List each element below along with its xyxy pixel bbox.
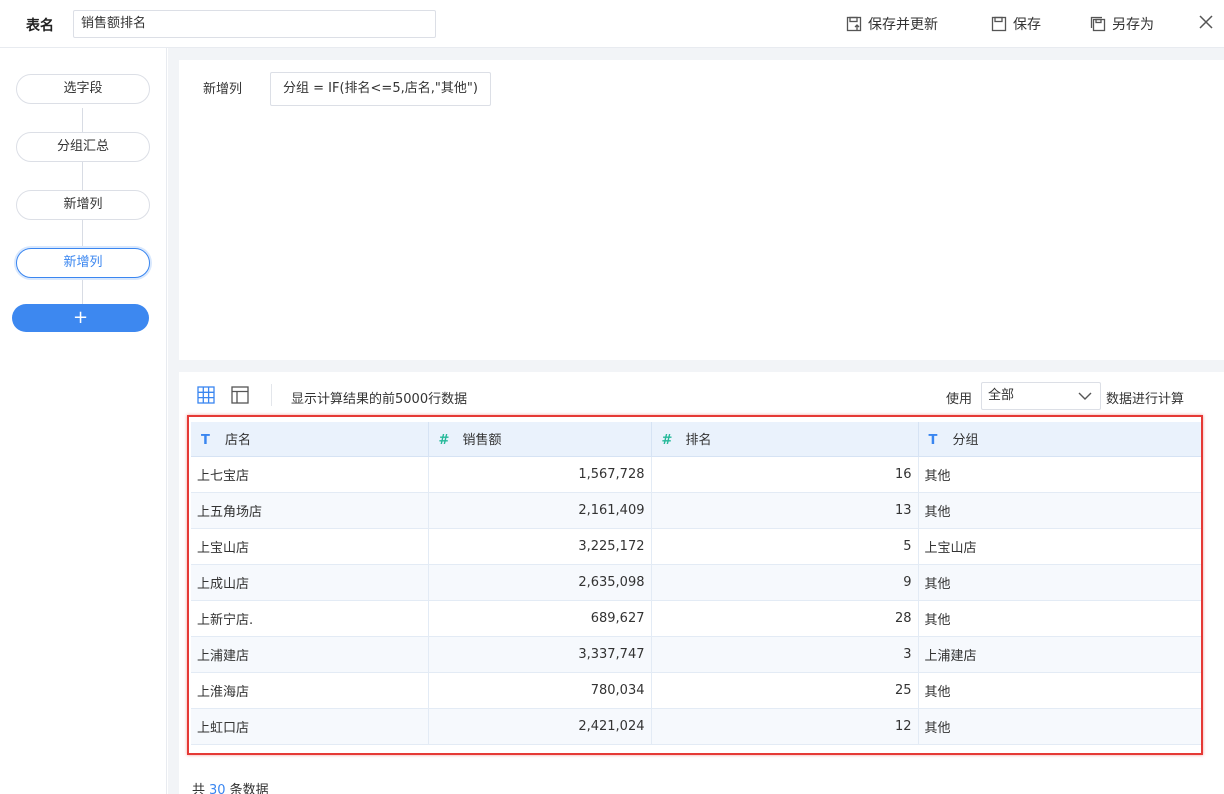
layout-view-icon[interactable] [231,386,249,404]
cell-group: 上浦建店 [918,636,1202,673]
cell-sales: 2,161,409 [428,492,652,529]
text-type-icon: T [928,433,938,449]
row-count-prefix: 共 [192,783,206,794]
preview-panel: 显示计算结果的前5000行数据 使用 全部 数据进行计算 T 店名 # 销售额 # 排… [179,372,1224,794]
cell-group: 其他 [918,564,1202,601]
save-label: 保存 [1013,17,1041,33]
cell-store-name: 上宝山店 [191,528,429,565]
steps-panel: 选字段 分组汇总 新增列 新增列 + [0,48,167,794]
close-icon[interactable] [1196,12,1216,32]
save-as-button[interactable]: 另存为 [1090,14,1154,34]
cell-sales: 3,225,172 [428,528,652,565]
column-header-label: 分组 [952,433,979,449]
table-name-input[interactable]: 销售额排名 [73,10,436,38]
cell-rank: 9 [651,564,919,601]
column-header-group[interactable]: T 分组 [918,422,1202,457]
table-row: 上虹口店 2,421,024 12 其他 [191,708,1202,745]
table-row: 上七宝店 1,567,728 16 其他 [191,456,1202,493]
cell-store-name: 上七宝店 [191,456,429,493]
row-count-footer: 共 30 条数据 [192,779,269,794]
cell-sales: 1,567,728 [428,456,652,493]
cell-rank: 25 [651,672,919,709]
row-count-suffix: 条数据 [229,783,269,794]
step-add-column-2[interactable]: 新增列 [16,248,150,278]
use-label: 使用 [946,392,973,407]
data-scope-select[interactable]: 全部 [981,382,1101,410]
save-and-update-label: 保存并更新 [868,17,938,33]
table-row: 上宝山店 3,225,172 5 上宝山店 [191,528,1202,565]
add-step-button[interactable]: + [12,304,149,332]
number-type-icon: # [438,433,450,449]
cell-group: 其他 [918,600,1202,637]
cell-group: 其他 [918,708,1202,745]
cell-store-name: 上淮海店 [191,672,429,709]
table-row: 上五角场店 2,161,409 13 其他 [191,492,1202,529]
step-select-fields[interactable]: 选字段 [16,74,150,104]
save-as-icon [1090,16,1106,32]
cell-sales: 3,337,747 [428,636,652,673]
table-row: 上淮海店 780,034 25 其他 [191,672,1202,709]
table-row: 上新宁店. 689,627 28 其他 [191,600,1202,637]
toolbar-divider [271,384,272,406]
data-scope-value: 全部 [988,388,1015,403]
cell-sales: 780,034 [428,672,652,709]
column-header-label: 店名 [225,433,252,449]
table-header-row: T 店名 # 销售额 # 排名 T 分组 [191,422,1202,457]
cell-sales: 2,421,024 [428,708,652,745]
cell-rank: 12 [651,708,919,745]
table-row: 上成山店 2,635,098 9 其他 [191,564,1202,601]
step-add-column-1[interactable]: 新增列 [16,190,150,220]
column-header-store-name[interactable]: T 店名 [191,422,429,457]
cell-group: 其他 [918,672,1202,709]
cell-rank: 5 [651,528,919,565]
table-row: 上浦建店 3,337,747 3 上浦建店 [191,636,1202,673]
cell-sales: 2,635,098 [428,564,652,601]
cell-group: 其他 [918,492,1202,529]
formula-panel: 新增列 分组 = IF(排名<=5,店名,"其他") [179,60,1224,360]
cell-rank: 3 [651,636,919,673]
save-as-label: 另存为 [1112,17,1154,33]
column-header-rank[interactable]: # 排名 [651,422,919,457]
text-type-icon: T [201,433,210,449]
cell-store-name: 上虹口店 [191,708,429,745]
save-update-icon [846,16,862,32]
cell-rank: 16 [651,456,919,493]
cell-sales: 689,627 [428,600,652,637]
preview-table: T 店名 # 销售额 # 排名 T 分组 上七宝店 1,567,728 16 其他 上五… [191,422,1202,745]
cell-store-name: 上新宁店. [191,600,429,637]
number-type-icon: # [661,433,673,449]
row-count-value: 30 [209,783,226,794]
cell-group: 其他 [918,456,1202,493]
formula-input[interactable]: 分组 = IF(排名<=5,店名,"其他") [270,72,491,106]
column-header-label: 销售额 [462,433,502,449]
column-header-label: 排名 [685,433,712,449]
cell-store-name: 上五角场店 [191,492,429,529]
column-header-sales[interactable]: # 销售额 [428,422,652,457]
formula-label: 新增列 [203,82,243,97]
cell-store-name: 上浦建店 [191,636,429,673]
top-bar: 表名 销售额排名 保存并更新 保存 另存为 [0,0,1224,48]
chevron-down-icon [1078,392,1092,400]
cell-rank: 28 [651,600,919,637]
save-and-update-button[interactable]: 保存并更新 [846,14,938,34]
step-group-summary[interactable]: 分组汇总 [16,132,150,162]
save-button[interactable]: 保存 [991,14,1041,34]
cell-rank: 13 [651,492,919,529]
table-name-label: 表名 [26,18,54,34]
preview-info: 显示计算结果的前5000行数据 [291,392,468,407]
cell-store-name: 上成山店 [191,564,429,601]
grid-view-icon[interactable] [197,386,215,404]
cell-group: 上宝山店 [918,528,1202,565]
save-icon [991,16,1007,32]
calc-label: 数据进行计算 [1106,392,1185,407]
